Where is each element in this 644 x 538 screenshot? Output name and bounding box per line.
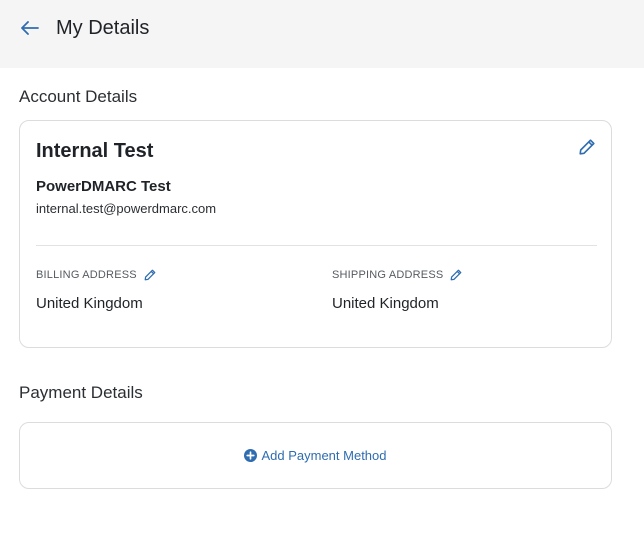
shipping-address-label-text: SHIPPING ADDRESS xyxy=(332,269,444,281)
edit-shipping-address-button[interactable] xyxy=(449,268,463,282)
pencil-icon xyxy=(451,269,462,281)
arrow-left-icon xyxy=(21,21,39,35)
back-button[interactable] xyxy=(18,16,42,40)
page-title: My Details xyxy=(56,17,150,39)
pencil-icon xyxy=(579,139,595,155)
pencil-icon xyxy=(144,269,156,281)
account-details-heading: Account Details xyxy=(19,87,138,106)
company-name: PowerDMARC Test xyxy=(36,178,171,195)
edit-billing-address-button[interactable] xyxy=(143,268,157,282)
payment-details-card: Add Payment Method xyxy=(19,422,612,489)
add-payment-method-label: Add Payment Method xyxy=(261,448,387,463)
divider xyxy=(36,245,597,246)
account-email: internal.test@powerdmarc.com xyxy=(36,201,217,216)
billing-address-value: United Kingdom xyxy=(36,295,143,312)
plus-circle-icon xyxy=(244,449,258,462)
payment-details-heading: Payment Details xyxy=(19,383,143,402)
shipping-address-label: SHIPPING ADDRESS xyxy=(332,268,463,282)
edit-account-button[interactable] xyxy=(577,137,597,157)
account-details-card: Internal Test PowerDMARC Test internal.t… xyxy=(19,120,612,348)
shipping-address-value: United Kingdom xyxy=(332,295,439,312)
billing-address-label-text: BILLING ADDRESS xyxy=(36,269,137,281)
customer-name: Internal Test xyxy=(36,140,154,162)
add-payment-method-button[interactable]: Add Payment Method xyxy=(244,448,387,463)
page-header: My Details xyxy=(0,0,644,68)
billing-address-label: BILLING ADDRESS xyxy=(36,268,157,282)
add-payment-area: Add Payment Method xyxy=(20,423,611,488)
